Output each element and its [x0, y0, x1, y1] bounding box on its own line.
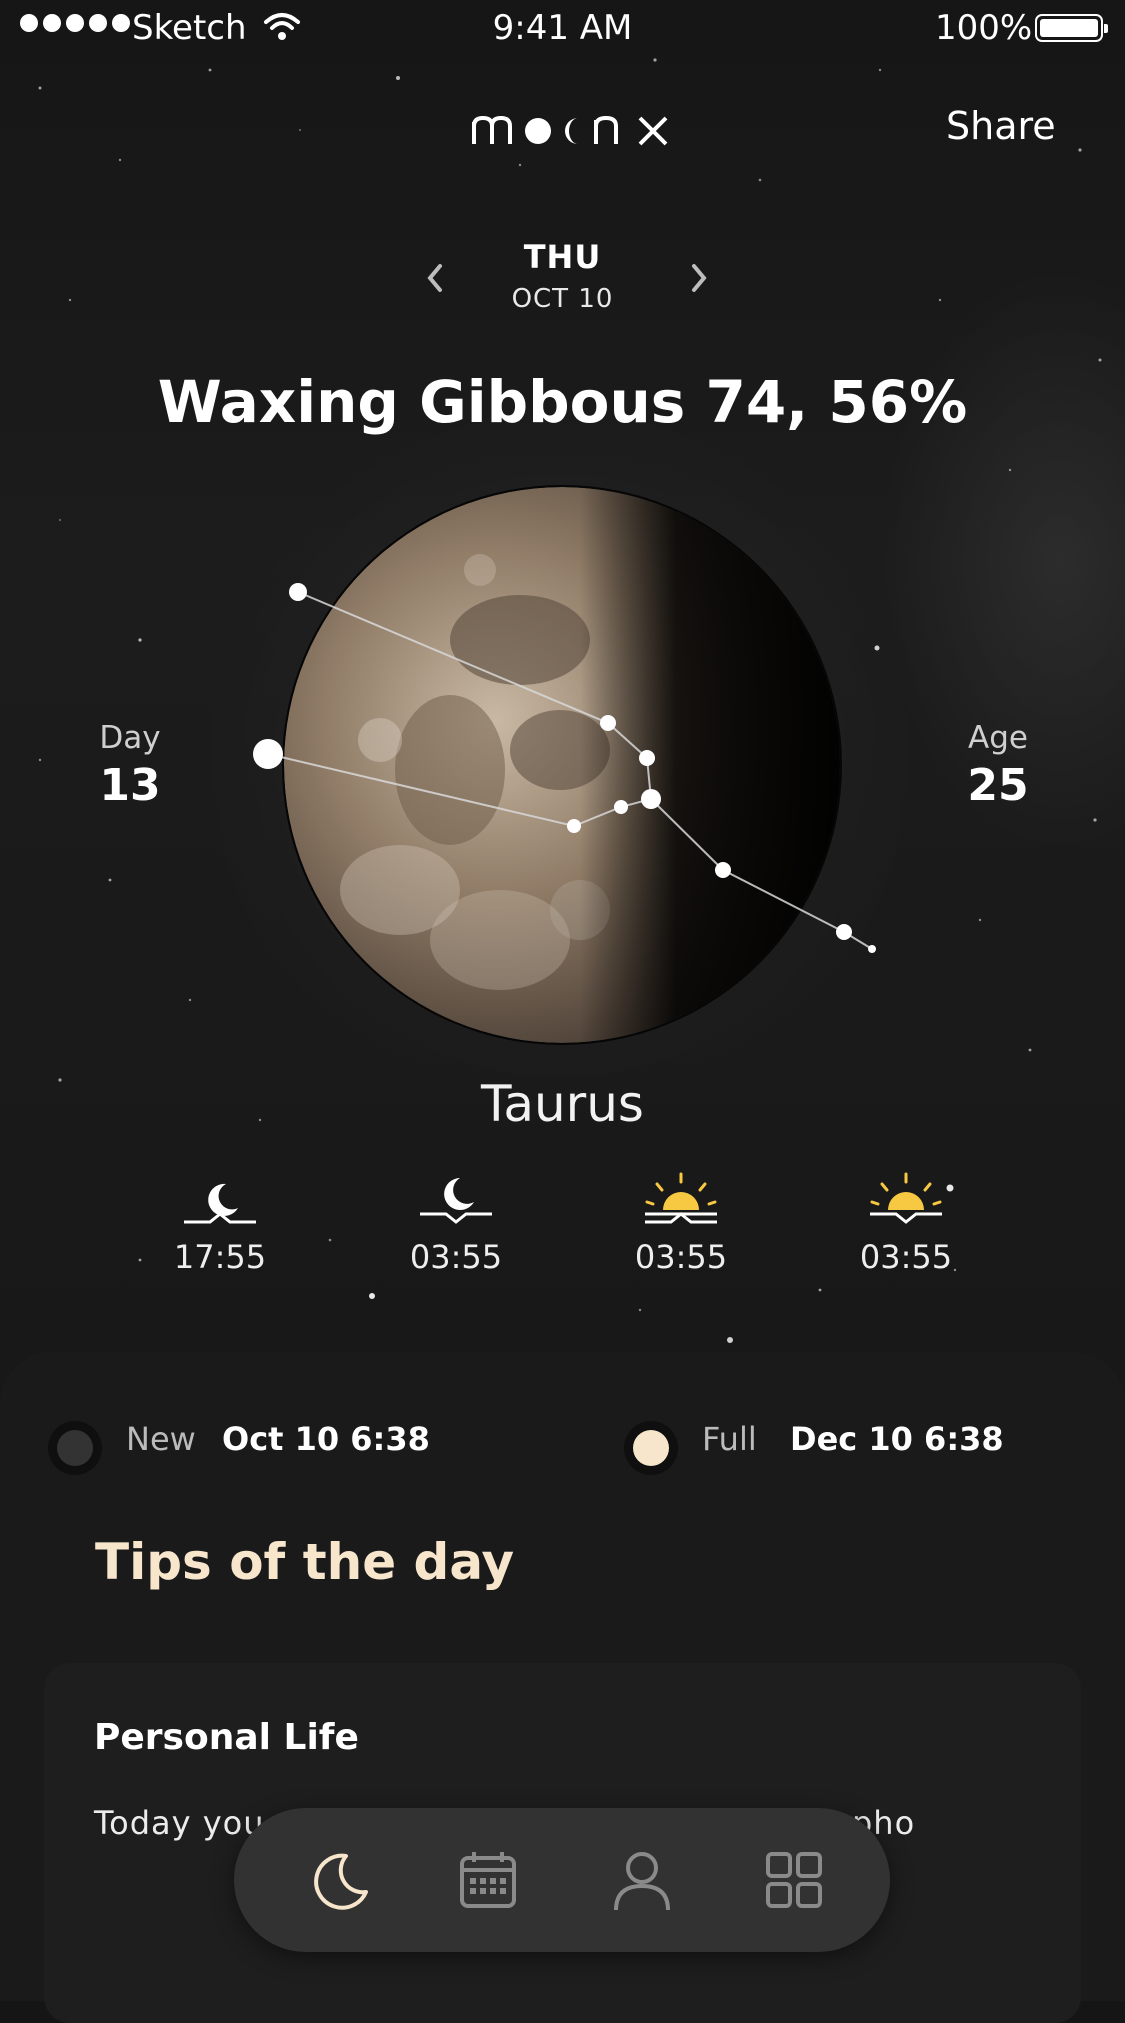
moonset-icon [420, 1178, 492, 1224]
calendar-icon [460, 1852, 516, 1908]
share-button[interactable]: Share [946, 104, 1056, 148]
full-moon-label: Full [702, 1420, 757, 1458]
tab-bar [234, 1808, 890, 1952]
moonset-item: 03:55 [386, 1170, 526, 1276]
age-label: Age [968, 720, 1028, 756]
rise-set-times: 17:55 03:55 03:55 03:55 [0, 1170, 1125, 1300]
battery-icon [1035, 14, 1108, 42]
sunrise-icon [645, 1172, 717, 1224]
grid-icon [766, 1852, 822, 1908]
new-moon-icon [48, 1421, 102, 1475]
sunrise-time: 03:55 [634, 1238, 728, 1276]
moonrise-time: 17:55 [173, 1238, 267, 1276]
day-label: Day [99, 720, 161, 756]
new-moon-date: Oct 10 6:38 [222, 1420, 430, 1458]
constellation-name: Taurus [481, 1075, 644, 1133]
tips-title: Tips of the day [95, 1533, 515, 1591]
date-weekday: THU [523, 238, 602, 276]
moonx-logo: moonx [472, 115, 668, 146]
tab-profile[interactable] [602, 1840, 682, 1920]
full-moon-icon [624, 1421, 678, 1475]
moonrise-icon [184, 1183, 256, 1224]
moon-icon [314, 1853, 368, 1910]
new-moon-label: New [126, 1420, 196, 1458]
tab-more[interactable] [754, 1840, 834, 1920]
tip-card-title: Personal Life [94, 1717, 359, 1758]
status-bar: Sketch 9:41 AM 100% [0, 0, 1125, 58]
moonset-time: 03:55 [409, 1238, 503, 1276]
sunset-time: 03:55 [859, 1238, 953, 1276]
full-moon-date: Dec 10 6:38 [790, 1420, 1004, 1458]
moon-disc [284, 487, 840, 1043]
age-value: 25 [967, 760, 1029, 811]
next-day-button[interactable] [684, 258, 714, 298]
sunset-item: 03:55 [836, 1170, 976, 1276]
date-label: OCT 10 [511, 284, 614, 314]
tab-moon[interactable] [300, 1840, 380, 1920]
tab-calendar[interactable] [448, 1840, 528, 1920]
battery-percentage: 100% [935, 8, 1033, 48]
moon-phase-title: Waxing Gibbous 74, 56% [157, 368, 968, 436]
moon-illustration [253, 485, 876, 1045]
day-value: 13 [99, 760, 161, 811]
sunset-icon [870, 1172, 942, 1224]
moonrise-item: 17:55 [150, 1170, 290, 1276]
profile-icon [614, 1852, 670, 1911]
sunrise-item: 03:55 [611, 1170, 751, 1276]
